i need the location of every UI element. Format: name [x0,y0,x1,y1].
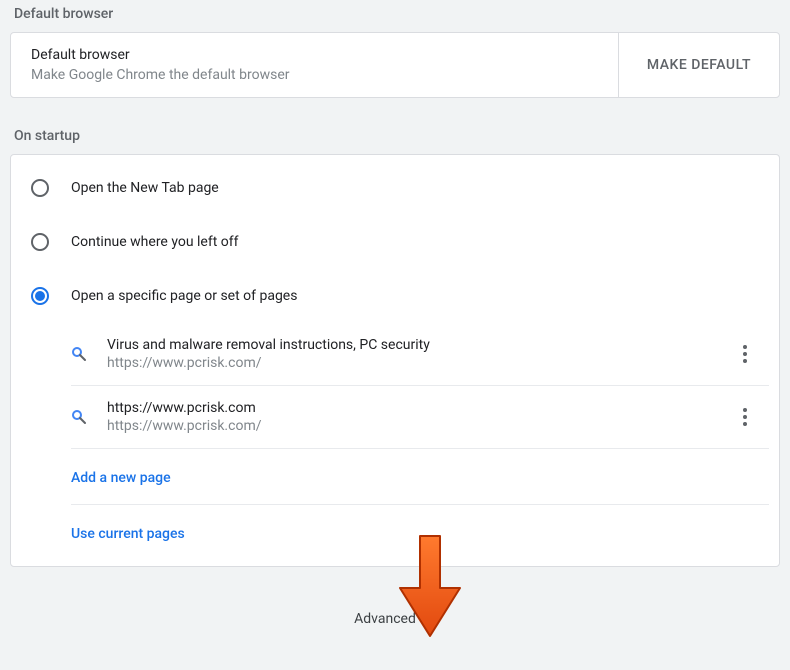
favicon-magnifier-icon [71,409,87,425]
advanced-toggle[interactable]: Advanced [10,591,780,647]
on-startup-card: Open the New Tab page Continue where you… [10,154,780,567]
startup-page-item: Virus and malware removal instructions, … [71,323,769,386]
more-vertical-icon [743,345,747,363]
default-browser-description: Make Google Chrome the default browser [31,67,598,83]
default-browser-title: Default browser [31,47,598,63]
more-vertical-icon [743,408,747,426]
default-browser-section-title: Default browser [10,0,780,32]
startup-option-continue[interactable]: Continue where you left off [11,215,779,269]
page-url: https://www.pcrisk.com/ [107,418,729,434]
chevron-down-icon [426,616,436,622]
radio-label: Open a specific page or set of pages [71,288,297,304]
default-browser-info: Default browser Make Google Chrome the d… [11,33,618,97]
radio-icon [31,179,49,197]
use-current-pages-row[interactable]: Use current pages [71,505,769,560]
add-new-page-row[interactable]: Add a new page [71,449,769,505]
make-default-button[interactable]: MAKE DEFAULT [618,33,779,97]
add-new-page-link[interactable]: Add a new page [71,470,171,486]
startup-option-specific-pages[interactable]: Open a specific page or set of pages [11,269,779,323]
radio-icon [31,287,49,305]
startup-option-new-tab[interactable]: Open the New Tab page [11,161,779,215]
page-more-button[interactable] [729,338,761,370]
advanced-label: Advanced [354,611,416,627]
favicon-magnifier-icon [71,346,87,362]
radio-label: Open the New Tab page [71,180,219,196]
page-more-button[interactable] [729,401,761,433]
page-title: https://www.pcrisk.com [107,400,729,416]
startup-page-item: https://www.pcrisk.com https://www.pcris… [71,386,769,449]
page-title: Virus and malware removal instructions, … [107,337,729,353]
radio-label: Continue where you left off [71,234,239,250]
use-current-pages-link[interactable]: Use current pages [71,526,185,542]
radio-icon [31,233,49,251]
startup-pages-list: Virus and malware removal instructions, … [71,323,769,560]
default-browser-card: Default browser Make Google Chrome the d… [10,32,780,98]
page-url: https://www.pcrisk.com/ [107,355,729,371]
on-startup-section-title: On startup [10,122,780,154]
